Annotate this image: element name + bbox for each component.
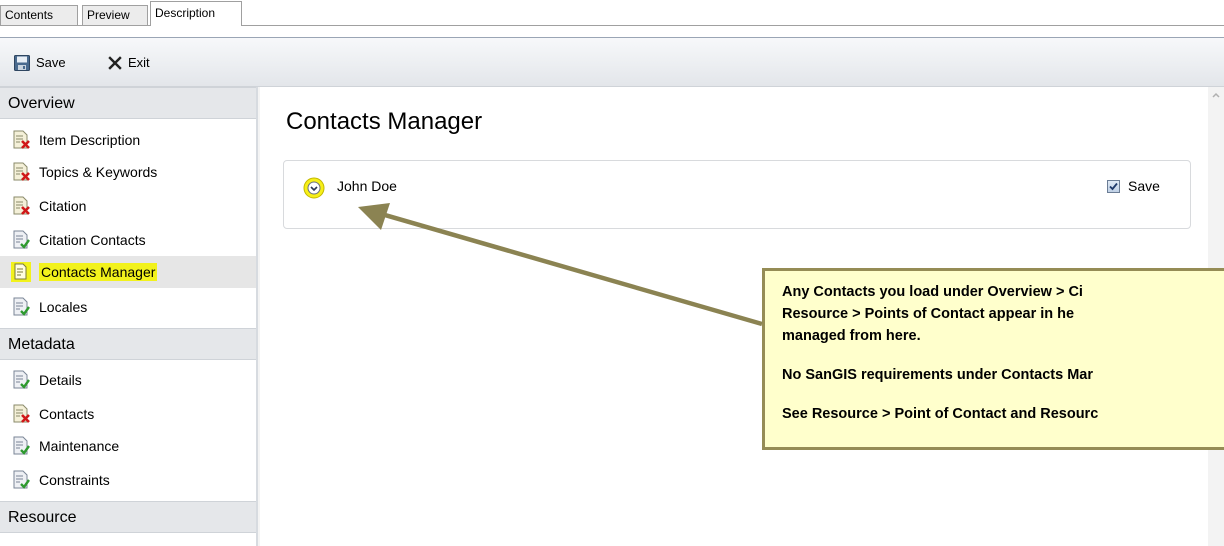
sidebar-item-locales[interactable]: Locales (0, 291, 256, 323)
sidebar-item-label: Locales (39, 299, 88, 315)
sidebar-item-item-description[interactable]: Item Description (0, 124, 256, 156)
save-button[interactable]: Save (14, 54, 66, 72)
section-header-resource[interactable]: Resource (0, 501, 256, 533)
sidebar-item-label: Maintenance (39, 438, 120, 454)
annotation-callout: Any Contacts you load under Overview > C… (762, 268, 1224, 450)
sidebar-item-label: Citation (39, 198, 87, 214)
sidebar-item-topics-keywords[interactable]: Topics & Keywords (0, 156, 256, 188)
tab-contents[interactable]: Contents (0, 5, 78, 25)
sidebar-item-label: Citation Contacts (39, 232, 146, 248)
contact-save-label: Save (1128, 178, 1160, 194)
page-check-icon (13, 470, 30, 489)
sidebar-item-label: Contacts (39, 406, 95, 422)
expand-chevron-icon[interactable] (303, 177, 325, 199)
document-tab-strip: Contents Preview Description (0, 0, 1224, 26)
floppy-disk-icon (14, 55, 30, 71)
callout-line: No SanGIS requirements under Contacts Ma… (782, 367, 1094, 383)
tab-preview[interactable]: Preview (82, 5, 148, 25)
page-title: Contacts Manager (286, 108, 483, 135)
sidebar-item-citation-contacts[interactable]: Citation Contacts (0, 224, 256, 256)
toolbar: Save Exit (0, 38, 1224, 87)
contact-name: John Doe (337, 178, 397, 194)
sidebar-item-contacts[interactable]: Contacts (0, 398, 256, 430)
sidebar-item-label: Details (39, 372, 82, 388)
sidebar-item-maintenance[interactable]: Maintenance (0, 430, 256, 462)
page-error-icon (13, 404, 30, 423)
callout-line: See Resource > Point of Contact and Reso… (782, 406, 1099, 422)
section-header-overview[interactable]: Overview (0, 87, 256, 119)
checkmark-icon (1109, 182, 1118, 191)
page-check-icon (13, 297, 30, 316)
page-check-icon (13, 436, 30, 455)
page-error-icon (13, 130, 30, 149)
exit-button[interactable]: Exit (108, 54, 150, 72)
page-error-icon (13, 196, 30, 215)
sidebar-item-label: Item Description (39, 132, 141, 148)
sidebar-item-details[interactable]: Details (0, 364, 256, 396)
navigation-sidebar: Overview Item Description Topics & Keywo… (0, 87, 258, 546)
sidebar-item-contacts-manager[interactable]: Contacts Manager (0, 256, 256, 288)
callout-line: Any Contacts you load under Overview > C… (782, 284, 1083, 300)
close-x-icon (108, 56, 122, 70)
callout-line: managed from here. (782, 328, 921, 344)
page-error-icon (13, 162, 30, 181)
page-highlighted-icon (11, 262, 31, 282)
page-check-icon (13, 370, 30, 389)
page-check-icon (13, 230, 30, 249)
sidebar-item-citation[interactable]: Citation (0, 190, 256, 222)
section-header-metadata[interactable]: Metadata (0, 328, 256, 360)
callout-line: Resource > Points of Contact appear in h… (782, 306, 1075, 322)
sidebar-item-label: Topics & Keywords (39, 164, 158, 180)
sidebar-item-label: Contacts Manager (39, 263, 158, 281)
contact-save-checkbox[interactable] (1107, 180, 1120, 193)
sidebar-item-label: Constraints (39, 472, 110, 488)
sidebar-item-constraints[interactable]: Constraints (0, 464, 256, 496)
tab-description[interactable]: Description (150, 1, 242, 26)
contact-card (283, 160, 1191, 229)
save-button-label: Save (36, 55, 66, 70)
exit-button-label: Exit (128, 55, 150, 70)
scroll-up-arrow-icon[interactable] (1208, 87, 1224, 103)
